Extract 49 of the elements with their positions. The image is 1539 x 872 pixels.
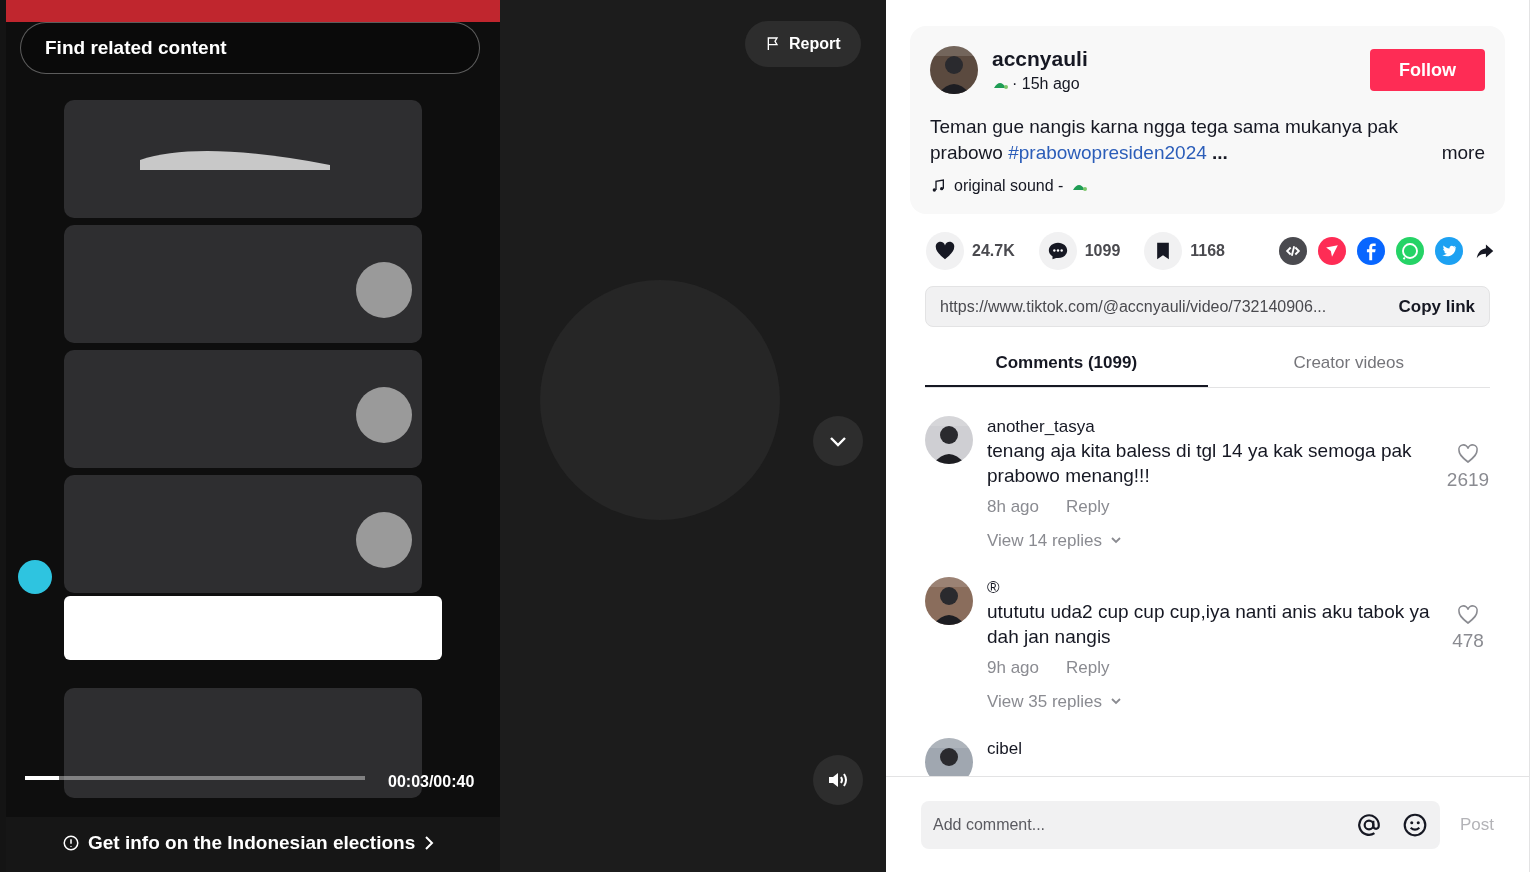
username[interactable]: accnyauli [992, 46, 1370, 72]
twitter-icon[interactable] [1435, 237, 1463, 265]
copy-link-button[interactable]: Copy link [1398, 293, 1475, 320]
comment-bar[interactable]: Add comment... [921, 800, 1440, 849]
post-time: · 15h ago [1012, 74, 1080, 94]
comment-button[interactable] [1038, 232, 1077, 270]
tab[interactable]: Comments (1099) [925, 341, 1208, 387]
comment-text: tenang aja kita baless di tgl 14 ya kak semoga pak prabowo menang!!! [987, 439, 1413, 488]
progress-track[interactable] [25, 776, 365, 780]
chevron-right-icon [423, 834, 436, 852]
follow-button[interactable]: Follow [1370, 49, 1485, 91]
send-icon[interactable] [1318, 237, 1346, 265]
info-icon [62, 834, 80, 852]
like-count: 478 [1452, 629, 1484, 653]
tab[interactable]: Creator videos [1207, 341, 1490, 387]
flag-icon [765, 36, 781, 52]
bookmark-button[interactable] [1144, 232, 1183, 270]
comment-author[interactable]: ® [987, 577, 1446, 599]
hashtag-link[interactable]: #prabowopresiden2024 [1008, 142, 1207, 163]
comment-icon [1046, 240, 1069, 262]
like-count: 2619 [1446, 468, 1490, 492]
like-button[interactable] [926, 232, 964, 270]
embed-icon[interactable] [1279, 237, 1307, 265]
view-replies-button[interactable]: View 35 replies [987, 688, 1446, 714]
video-url: https://www.tiktok.com/@accnyauli/video/732140906... [940, 296, 1328, 317]
report-button[interactable]: Report [745, 21, 861, 67]
view-replies-button[interactable]: View 14 replies [987, 527, 1446, 553]
info-banner[interactable]: Get info on the Indonesian elections [62, 823, 436, 863]
post-description: Teman gue nangis karna ngga tega sama mukanya pak prabowo #prabowopresiden2024 ... [930, 115, 1399, 165]
comment-text: utututu uda2 cup cup cup,iya nanti anis aku tabok ya dah jan nangis [987, 600, 1431, 649]
stat-count: 1099 [1084, 241, 1121, 261]
sound-link[interactable]: original sound - [954, 174, 1064, 198]
more-button[interactable]: more [1441, 140, 1485, 166]
music-note-icon [930, 178, 946, 194]
stat-count: 1168 [1190, 241, 1225, 261]
video-time: 00:03/00:40 [388, 772, 475, 792]
heart-icon[interactable] [1456, 603, 1480, 627]
info-banner-text: Get info on the Indonesian elections [88, 830, 416, 855]
comment-author[interactable]: cibel [987, 738, 1490, 760]
heart-icon [934, 240, 956, 262]
comment-time: 8h ago [987, 496, 1039, 518]
mention-icon[interactable] [1355, 811, 1382, 838]
facebook-icon[interactable] [1357, 237, 1385, 265]
comment-field[interactable]: Add comment... [933, 812, 1356, 837]
comment-time: 9h ago [987, 657, 1039, 679]
emoji-icon[interactable] [1401, 811, 1428, 838]
stat-count: 24.7K [972, 241, 1015, 261]
heart-icon[interactable] [1456, 442, 1480, 466]
comment-author[interactable]: another_tasya [987, 416, 1446, 438]
